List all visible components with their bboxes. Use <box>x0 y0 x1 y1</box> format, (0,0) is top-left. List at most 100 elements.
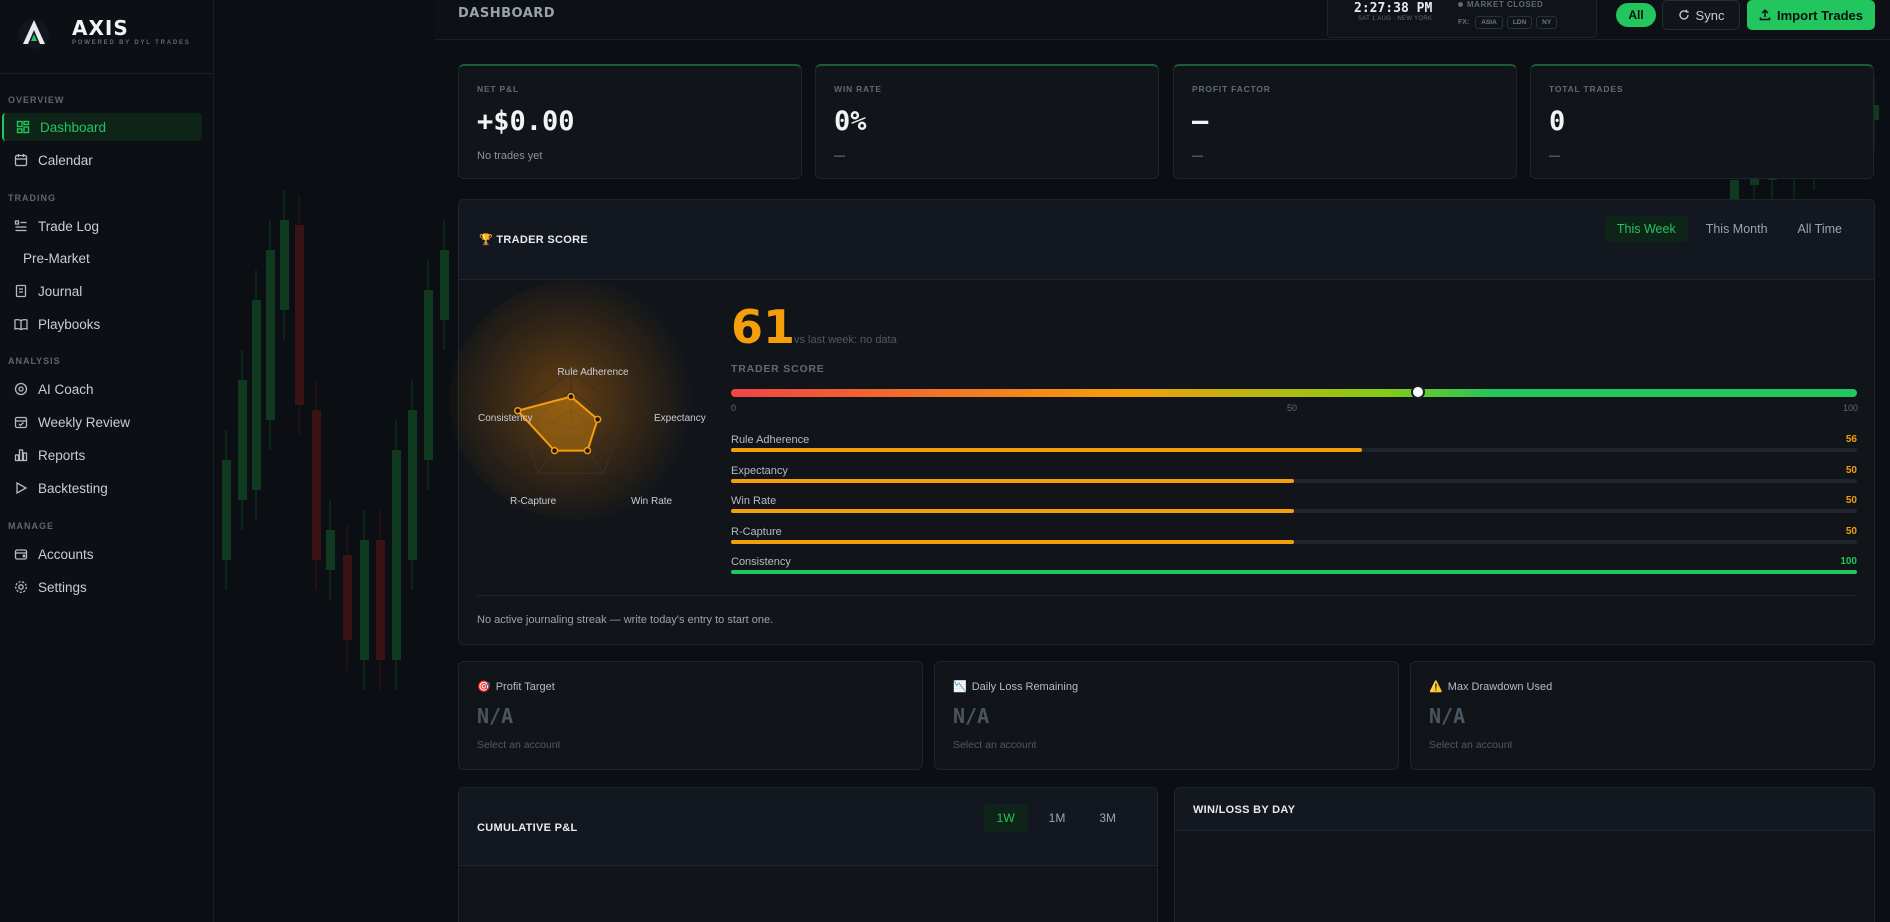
stat-label: WIN RATE <box>834 84 882 94</box>
sidebar-item-trade-log[interactable]: Trade Log <box>2 212 202 240</box>
bg-candle-body <box>238 380 247 500</box>
metric-track <box>731 479 1857 483</box>
wallet-icon <box>14 547 28 561</box>
bg-candle-body <box>343 555 352 640</box>
calendar-icon <box>14 153 28 167</box>
market-status-text: MARKET CLOSED <box>1467 0 1544 9</box>
import-trades-label: Import Trades <box>1777 7 1863 23</box>
metric-fill <box>731 540 1294 544</box>
fx-label: FX: <box>1458 19 1470 26</box>
metric-name: Rule Adherence <box>731 434 810 446</box>
bg-candle-body <box>376 540 385 660</box>
sidebar-item-journal[interactable]: Journal <box>2 277 202 305</box>
sidebar-item-label: Settings <box>38 579 87 595</box>
trader-score-value: 61 <box>731 300 796 354</box>
radar-label-expectancy: Expectancy <box>654 413 706 424</box>
metric-win-rate: Win Rate 50 <box>731 495 1857 517</box>
score-divider <box>477 595 1857 596</box>
score-range-tabs: This Week This Month All Time <box>1604 216 1854 242</box>
sidebar-item-calendar[interactable]: Calendar <box>2 146 202 174</box>
dashboard-icon <box>16 120 30 134</box>
metric-r-capture: R-Capture 50 <box>731 526 1857 548</box>
metric-track <box>731 570 1857 574</box>
metric-fill <box>731 479 1294 483</box>
metric-consistency: Consistency 100 <box>731 556 1857 578</box>
win-loss-header: WIN/LOSS BY DAY <box>1175 788 1874 831</box>
metric-value: 50 <box>1845 526 1857 537</box>
sidebar-item-ai-coach[interactable]: AI Coach <box>2 375 202 403</box>
trader-score-title-text: TRADER SCORE <box>496 234 588 246</box>
metric-value: 100 <box>1840 556 1857 567</box>
radar-label-r-capture: R-Capture <box>510 496 557 507</box>
sidebar-item-reports[interactable]: Reports <box>2 441 202 469</box>
sidebar-item-label: Backtesting <box>38 480 108 496</box>
acct-sub: Select an account <box>477 739 561 751</box>
sidebar-item-playbooks[interactable]: Playbooks <box>2 310 202 338</box>
sidebar-item-weekly-review[interactable]: Weekly Review <box>2 408 202 436</box>
bg-candle-body <box>266 250 275 420</box>
tab-3m[interactable]: 3M <box>1086 804 1129 832</box>
metric-name: Win Rate <box>731 495 777 507</box>
trader-score-title: 🏆 TRADER SCORE <box>479 233 588 246</box>
filter-all-button[interactable]: All <box>1616 3 1656 27</box>
metric-track <box>731 509 1857 513</box>
sync-button[interactable]: Sync <box>1662 0 1740 30</box>
stat-value: — <box>1192 106 1209 137</box>
sidebar-item-label: Weekly Review <box>38 414 131 430</box>
acct-value: N/A <box>953 704 990 728</box>
metric-track <box>731 448 1857 452</box>
cumulative-pnl-card: CUMULATIVE P&L 1W 1M 3M <box>458 787 1158 922</box>
journaling-streak-text: No active journaling streak — write toda… <box>477 614 774 626</box>
radar-label-consistency: Consistency <box>478 413 532 424</box>
fx-session-ny: NY <box>1536 16 1558 29</box>
play-icon <box>14 481 28 495</box>
clock-date: SAT 1 AUG · NEW YORK <box>1358 16 1433 22</box>
bg-candle-body <box>424 290 433 460</box>
stat-card-total-trades: TOTAL TRADES 0 — <box>1530 64 1874 179</box>
score-marker <box>1410 385 1425 399</box>
tab-all-time[interactable]: All Time <box>1786 216 1854 242</box>
stat-label: TOTAL TRADES <box>1549 84 1624 94</box>
tab-this-week[interactable]: This Week <box>1604 216 1688 242</box>
tab-this-month[interactable]: This Month <box>1694 216 1780 242</box>
period-tabs: 1W 1M 3M <box>983 804 1129 832</box>
trader-score-header: 🏆 TRADER SCORE This Week This Month All … <box>459 200 1874 280</box>
sidebar-item-dashboard[interactable]: Dashboard <box>2 113 202 141</box>
sync-label: Sync <box>1695 7 1725 23</box>
radar-point <box>593 415 602 424</box>
sidebar-divider <box>0 73 214 74</box>
tab-1w[interactable]: 1W <box>983 804 1028 832</box>
import-trades-button[interactable]: Import Trades <box>1747 0 1875 30</box>
bg-candle-body <box>392 450 401 660</box>
nav-section-trading: TRADING <box>8 193 56 203</box>
market-status: MARKET CLOSED <box>1458 0 1543 9</box>
tab-1m[interactable]: 1M <box>1036 804 1079 832</box>
gear-icon <box>14 580 28 594</box>
acct-value: N/A <box>1429 704 1466 728</box>
sidebar-item-backtesting[interactable]: Backtesting <box>2 474 202 502</box>
stat-label: PROFIT FACTOR <box>1192 84 1271 94</box>
score-gradient-bar <box>731 385 1857 399</box>
journal-icon <box>14 284 28 298</box>
acct-title: ⚠️ Max Drawdown Used <box>1429 680 1552 694</box>
bg-candle-body <box>326 530 335 570</box>
metric-value: 50 <box>1845 465 1857 476</box>
daily-loss-card: 📉 Daily Loss Remaining N/A Select an acco… <box>934 661 1399 770</box>
chart-down-icon: 📉 <box>953 681 967 693</box>
metric-fill <box>731 570 1857 574</box>
sidebar-item-settings[interactable]: Settings <box>2 573 202 601</box>
stat-sub: — <box>1549 150 1560 162</box>
axis-logo-icon <box>19 19 49 49</box>
sidebar-item-accounts[interactable]: Accounts <box>2 540 202 568</box>
scale-tick-50: 50 <box>1287 403 1298 413</box>
stat-sub: — <box>1192 150 1203 162</box>
sidebar-item-pre-market[interactable]: Pre-Market <box>2 244 202 272</box>
radar-point <box>567 392 575 401</box>
metric-value: 56 <box>1845 434 1857 445</box>
cumulative-pnl-title: CUMULATIVE P&L <box>477 822 578 834</box>
acct-sub: Select an account <box>953 739 1037 751</box>
bar-chart-icon <box>14 448 28 462</box>
bg-candle-body <box>280 220 289 310</box>
radar-point <box>550 446 559 455</box>
stat-card-profit-factor: PROFIT FACTOR — — <box>1173 64 1517 179</box>
